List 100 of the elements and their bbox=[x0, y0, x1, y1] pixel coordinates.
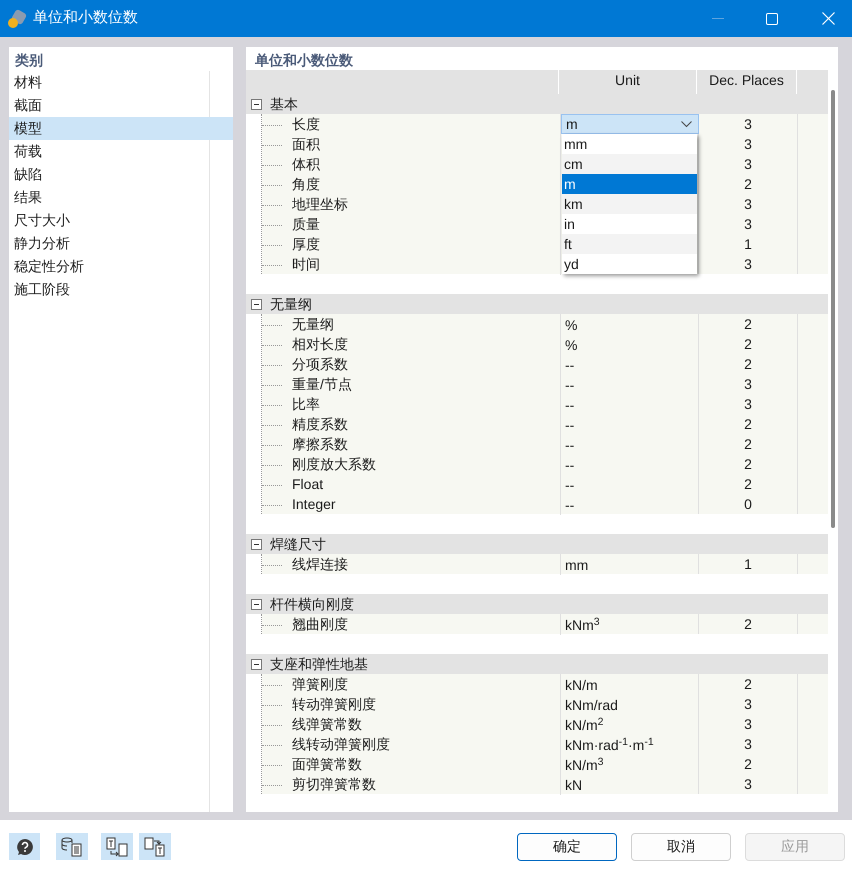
row-label: 地理坐标 bbox=[292, 195, 348, 214]
category-item[interactable]: 施工阶段 bbox=[9, 278, 209, 301]
decimal-places-cell[interactable]: 2 bbox=[744, 334, 752, 355]
unit-cell-text: -- bbox=[565, 496, 574, 515]
dropdown-option[interactable]: in bbox=[562, 214, 697, 234]
close-icon[interactable] bbox=[822, 12, 835, 25]
row-label: 线焊连接 bbox=[292, 555, 348, 574]
category-item[interactable]: 材料 bbox=[9, 71, 209, 94]
category-item[interactable]: 荷载 bbox=[9, 140, 209, 163]
unit-cell-text: % bbox=[565, 316, 578, 335]
decimal-places-cell[interactable]: 3 bbox=[744, 394, 752, 415]
row-label: 重量/节点 bbox=[292, 375, 352, 394]
app-icon bbox=[7, 8, 27, 28]
unit-cell-text: -- bbox=[565, 436, 574, 455]
collapse-icon[interactable] bbox=[251, 298, 262, 310]
unit-cell-text: -- bbox=[565, 456, 574, 475]
collapse-icon[interactable] bbox=[251, 658, 262, 670]
dropdown-option[interactable]: m bbox=[562, 174, 697, 194]
unit-cell-text: -- bbox=[565, 376, 574, 395]
dropdown-option[interactable]: ft bbox=[562, 234, 697, 254]
group-label: 无量纲 bbox=[270, 294, 312, 314]
dropdown-option[interactable]: mm bbox=[562, 134, 697, 154]
help-button[interactable] bbox=[9, 833, 40, 860]
row-label: 剪切弹簧常数 bbox=[292, 775, 376, 794]
window-title: 单位和小数位数 bbox=[33, 8, 138, 28]
decimal-places-cell[interactable]: 3 bbox=[744, 714, 752, 735]
row-label: 线弹簧常数 bbox=[292, 715, 362, 734]
unit-combobox[interactable]: m bbox=[561, 114, 699, 134]
row-label: 体积 bbox=[292, 155, 320, 174]
group-label: 杆件横向刚度 bbox=[270, 594, 354, 614]
dropdown-option[interactable]: yd bbox=[562, 254, 697, 274]
group-label: 基本 bbox=[270, 94, 298, 114]
row-label: 相对长度 bbox=[292, 335, 348, 354]
decimal-places-cell[interactable]: 3 bbox=[744, 774, 752, 795]
decimal-places-cell[interactable]: 3 bbox=[744, 254, 752, 275]
category-item[interactable]: 模型 bbox=[9, 117, 233, 140]
decimal-places-cell[interactable]: 2 bbox=[744, 174, 752, 195]
category-item[interactable]: 稳定性分析 bbox=[9, 255, 209, 278]
category-item[interactable]: 尺寸大小 bbox=[9, 209, 209, 232]
category-item[interactable]: 静力分析 bbox=[9, 232, 209, 255]
decimal-places-cell[interactable]: 3 bbox=[744, 134, 752, 155]
decimal-places-cell[interactable]: 2 bbox=[744, 474, 752, 495]
panel-header: 单位和小数位数 bbox=[254, 51, 354, 70]
unit-cell-text: kN/m$^{2}$ bbox=[565, 715, 604, 735]
row-label: Integer bbox=[292, 495, 336, 514]
decimal-places-cell[interactable]: 3 bbox=[744, 734, 752, 755]
decimal-places-cell[interactable]: 2 bbox=[744, 754, 752, 775]
row-label: 无量纲 bbox=[292, 315, 334, 334]
row-label: 翘曲刚度 bbox=[292, 615, 348, 634]
dropdown-option[interactable]: cm bbox=[562, 154, 697, 174]
unit-cell-text: -- bbox=[565, 396, 574, 415]
import-button[interactable] bbox=[101, 833, 133, 860]
row-label: 摩擦系数 bbox=[292, 435, 348, 454]
dialog-button[interactable]: 确定 bbox=[517, 832, 617, 860]
decimal-places-cell[interactable]: 3 bbox=[744, 154, 752, 175]
decimal-places-cell[interactable]: 2 bbox=[744, 414, 752, 435]
decimal-places-cell[interactable]: 2 bbox=[744, 614, 752, 635]
decimal-places-cell[interactable]: 2 bbox=[744, 314, 752, 335]
decimal-places-cell[interactable]: 2 bbox=[744, 354, 752, 375]
unit-cell-text: kNm$^{3}$ bbox=[565, 615, 600, 635]
dialog-button[interactable]: 取消 bbox=[631, 832, 731, 860]
decimal-places-cell[interactable]: 3 bbox=[744, 694, 752, 715]
document-arrow-icon bbox=[106, 836, 128, 856]
row-label: 角度 bbox=[292, 175, 320, 194]
database-button[interactable] bbox=[56, 833, 88, 860]
decimal-places-cell[interactable]: 3 bbox=[744, 374, 752, 395]
decimal-places-cell[interactable]: 2 bbox=[744, 454, 752, 475]
panel-header: 类别 bbox=[14, 51, 44, 70]
decimal-places-cell[interactable]: 2 bbox=[744, 434, 752, 455]
dropdown-option[interactable]: km bbox=[562, 194, 697, 214]
decimal-places-cell[interactable]: 3 bbox=[744, 114, 752, 135]
chevron-down-icon bbox=[681, 120, 692, 128]
row-label: 比率 bbox=[292, 395, 320, 414]
row-label: 时间 bbox=[292, 255, 320, 274]
row-label: 长度 bbox=[292, 115, 320, 134]
decimal-places-cell[interactable]: 3 bbox=[744, 194, 752, 215]
row-label: 刚度放大系数 bbox=[292, 455, 376, 474]
database-document-icon bbox=[61, 836, 83, 856]
row-label: 质量 bbox=[292, 215, 320, 234]
decimal-places-cell[interactable]: 1 bbox=[744, 234, 752, 255]
unit-cell-text: -- bbox=[565, 416, 574, 435]
export-button[interactable] bbox=[139, 833, 171, 860]
unit-cell-text: -- bbox=[565, 476, 574, 495]
help-icon bbox=[16, 838, 34, 856]
unit-cell-text: % bbox=[565, 336, 578, 355]
decimal-places-cell[interactable]: 0 bbox=[744, 494, 752, 515]
category-item[interactable]: 截面 bbox=[9, 94, 209, 117]
row-label: 线转动弹簧刚度 bbox=[292, 735, 390, 754]
decimal-places-cell[interactable]: 3 bbox=[744, 214, 752, 235]
unit-cell-text: kNm·rad$^{-1}$·m$^{-1}$ bbox=[565, 735, 654, 755]
decimal-places-cell[interactable]: 1 bbox=[744, 554, 752, 575]
category-item[interactable]: 缺陷 bbox=[9, 163, 209, 186]
collapse-icon[interactable] bbox=[251, 98, 262, 110]
maximize-icon[interactable] bbox=[766, 12, 778, 24]
row-label: 厚度 bbox=[292, 235, 320, 254]
unit-cell-text: kNm/rad bbox=[565, 696, 618, 715]
collapse-icon[interactable] bbox=[251, 538, 262, 550]
category-item[interactable]: 结果 bbox=[9, 186, 209, 209]
decimal-places-cell[interactable]: 2 bbox=[744, 674, 752, 695]
collapse-icon[interactable] bbox=[251, 598, 262, 610]
